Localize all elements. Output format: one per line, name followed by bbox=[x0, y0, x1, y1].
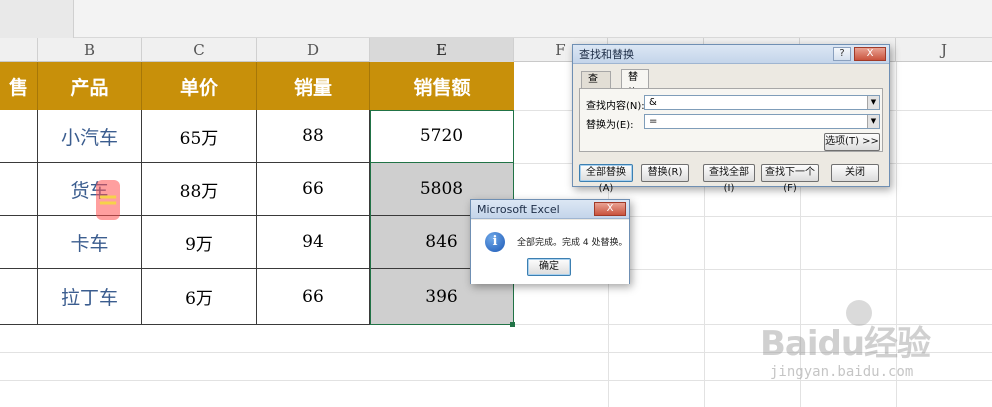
message-body: i 全部完成。完成 4 处替换。 确定 bbox=[471, 220, 629, 284]
header-cell-sales[interactable]: 销售额 bbox=[370, 62, 514, 110]
table-cell-partial[interactable] bbox=[0, 110, 38, 163]
find-next-button[interactable]: 查找下一个(F) bbox=[761, 164, 819, 194]
table-cell-sales[interactable]: 5720 bbox=[370, 110, 514, 163]
find-what-value: & bbox=[649, 97, 657, 108]
table-cell-price[interactable]: 9万 bbox=[142, 216, 257, 269]
replace-button[interactable]: 替换(R) bbox=[641, 164, 689, 182]
column-header-e[interactable]: E bbox=[370, 38, 514, 62]
dialog-title: 查找和替换 bbox=[579, 48, 634, 61]
ok-button[interactable]: 确定 bbox=[527, 258, 571, 276]
column-header-d[interactable]: D bbox=[257, 38, 370, 62]
tab-replace[interactable]: 替换(P) bbox=[621, 69, 649, 115]
options-button[interactable]: 选项(T) >> bbox=[824, 133, 880, 151]
close-icon[interactable]: X bbox=[854, 47, 886, 61]
table-cell-product[interactable]: 卡车 bbox=[38, 216, 142, 269]
find-replace-titlebar[interactable]: 查找和替换 ? X bbox=[573, 45, 889, 64]
cursor-highlight: = bbox=[96, 180, 120, 220]
message-text: 全部完成。完成 4 处替换。 bbox=[517, 238, 628, 248]
table-cell-qty[interactable]: 66 bbox=[257, 163, 370, 216]
message-box-title: Microsoft Excel bbox=[477, 203, 560, 216]
chevron-down-icon[interactable]: ▼ bbox=[867, 115, 879, 128]
help-button[interactable]: ? bbox=[833, 47, 851, 61]
fill-handle[interactable] bbox=[510, 322, 515, 327]
watermark: Baidu经验 jingyan.baidu.com bbox=[760, 300, 940, 392]
table-cell-qty[interactable]: 66 bbox=[257, 269, 370, 325]
table-cell-qty[interactable]: 88 bbox=[257, 110, 370, 163]
header-cell-qty[interactable]: 销量 bbox=[257, 62, 370, 110]
chevron-down-icon[interactable]: ▼ bbox=[867, 96, 879, 109]
table-cell-qty[interactable]: 94 bbox=[257, 216, 370, 269]
table-cell-partial[interactable] bbox=[0, 216, 38, 269]
header-cell-partial[interactable]: 售 bbox=[0, 62, 38, 110]
replace-with-label: 替换为(E): bbox=[586, 120, 634, 131]
column-header-a[interactable] bbox=[0, 38, 38, 62]
find-what-label: 查找内容(N): bbox=[586, 101, 645, 112]
message-box-titlebar[interactable]: Microsoft Excel X bbox=[471, 200, 629, 219]
column-header-j[interactable]: J bbox=[896, 38, 992, 62]
watermark-brand: Baidu经验 bbox=[760, 324, 931, 364]
close-icon[interactable]: X bbox=[594, 202, 626, 216]
replace-all-button[interactable]: 全部替换(A) bbox=[579, 164, 633, 194]
table-cell-price[interactable]: 65万 bbox=[142, 110, 257, 163]
table-cell-product[interactable]: 拉丁车 bbox=[38, 269, 142, 325]
header-cell-product[interactable]: 产品 bbox=[38, 62, 142, 110]
column-header-b[interactable]: B bbox=[38, 38, 142, 62]
find-all-button[interactable]: 查找全部(I) bbox=[703, 164, 755, 194]
table-cell-price[interactable]: 88万 bbox=[142, 163, 257, 216]
tab-find[interactable]: 查找(D) bbox=[581, 71, 611, 117]
info-icon: i bbox=[485, 232, 505, 252]
message-box: Microsoft Excel X i 全部完成。完成 4 处替换。 确定 bbox=[470, 199, 630, 284]
column-header-c[interactable]: C bbox=[142, 38, 257, 62]
table-cell-partial[interactable] bbox=[0, 269, 38, 325]
watermark-site: jingyan.baidu.com bbox=[770, 364, 914, 380]
table-cell-product[interactable]: 货车 bbox=[38, 163, 142, 216]
name-box[interactable] bbox=[0, 0, 74, 38]
table-cell-product[interactable]: 小汽车 bbox=[38, 110, 142, 163]
find-what-input[interactable]: & ▼ bbox=[644, 95, 880, 110]
header-cell-price[interactable]: 单价 bbox=[142, 62, 257, 110]
find-replace-dialog: 查找和替换 ? X 查找(D) 替换(P) 查找内容(N): & ▼ 替换为(E… bbox=[572, 44, 890, 194]
close-button[interactable]: 关闭 bbox=[831, 164, 879, 182]
replace-with-value: = bbox=[649, 116, 658, 127]
table-cell-price[interactable]: 6万 bbox=[142, 269, 257, 325]
replace-pane: 查找内容(N): & ▼ 替换为(E): = ▼ 选项(T) >> bbox=[579, 88, 883, 152]
replace-with-input[interactable]: = ▼ bbox=[644, 114, 880, 129]
toolbar-strip bbox=[0, 0, 992, 38]
table-cell-partial[interactable] bbox=[0, 163, 38, 216]
